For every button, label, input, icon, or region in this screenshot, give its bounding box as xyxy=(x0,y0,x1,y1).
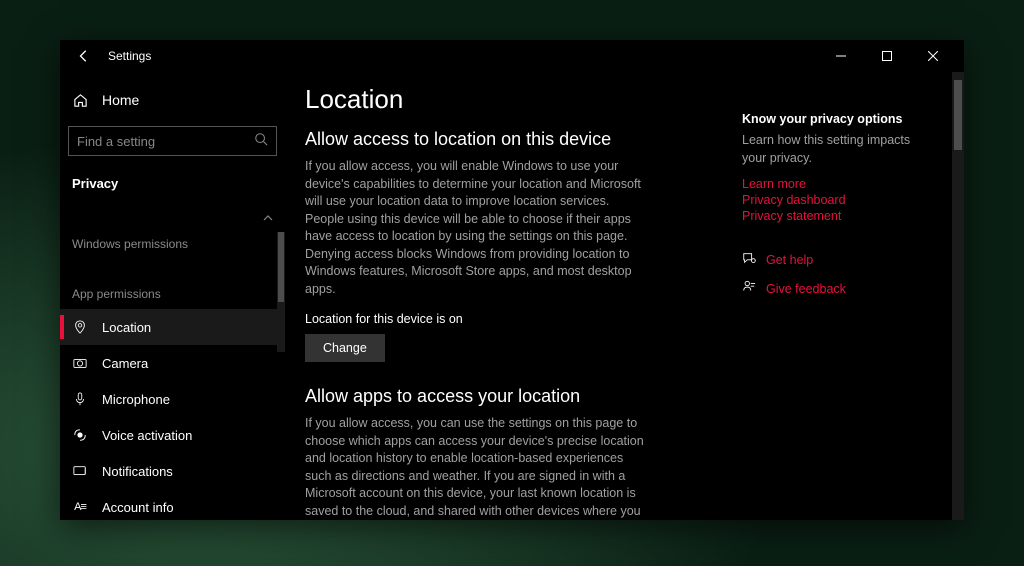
minimize-icon xyxy=(836,51,846,61)
help-label: Get help xyxy=(766,253,813,267)
search-box[interactable] xyxy=(68,126,277,156)
sidebar-item-label: Voice activation xyxy=(102,428,192,443)
feedback-label: Give feedback xyxy=(766,282,846,296)
settings-window: Settings Home xyxy=(60,40,964,520)
sidebar-item-label: Location xyxy=(102,320,151,335)
close-icon xyxy=(928,51,938,61)
chevron-up[interactable] xyxy=(60,209,285,227)
account-icon: A≡ xyxy=(72,499,88,515)
sidebar-section-app: App permissions xyxy=(60,277,285,309)
camera-icon xyxy=(72,355,88,371)
section2-title: Allow apps to access your location xyxy=(305,386,722,407)
sidebar-item-label: Account info xyxy=(102,500,174,515)
notifications-icon xyxy=(72,463,88,479)
home-label: Home xyxy=(102,92,139,108)
back-button[interactable] xyxy=(68,40,100,72)
section1-desc: If you allow access, you will enable Win… xyxy=(305,158,645,298)
sidebar-item-label: Camera xyxy=(102,356,148,371)
location-status: Location for this device is on xyxy=(305,312,722,326)
aside-desc: Learn how this setting impacts your priv… xyxy=(742,132,932,167)
section1-title: Allow access to location on this device xyxy=(305,129,722,150)
right-pane: Know your privacy options Learn how this… xyxy=(742,72,952,520)
main-scrollbar[interactable] xyxy=(952,72,964,520)
sidebar-scrollbar[interactable] xyxy=(277,232,285,352)
sidebar-item-camera[interactable]: Camera xyxy=(60,345,285,381)
sidebar-section-windows: Windows permissions xyxy=(60,227,285,259)
aside-title: Know your privacy options xyxy=(742,112,932,126)
page-title: Location xyxy=(305,84,722,115)
window-controls xyxy=(818,40,956,72)
search-input[interactable] xyxy=(77,134,254,149)
titlebar: Settings xyxy=(60,40,964,72)
voice-icon xyxy=(72,427,88,443)
link-privacy-statement[interactable]: Privacy statement xyxy=(742,209,932,223)
sidebar-item-voice[interactable]: Voice activation xyxy=(60,417,285,453)
feedback-icon xyxy=(742,280,756,297)
sidebar-item-account[interactable]: A≡ Account info xyxy=(60,489,285,520)
maximize-button[interactable] xyxy=(864,40,910,72)
content: Home Privacy Windows permissions App per… xyxy=(60,72,964,520)
main: Location Allow access to location on thi… xyxy=(285,72,964,520)
help-icon xyxy=(742,251,756,268)
change-button[interactable]: Change xyxy=(305,334,385,362)
sidebar-item-label: Notifications xyxy=(102,464,173,479)
section2-desc: If you allow access, you can use the set… xyxy=(305,415,645,520)
sidebar-item-microphone[interactable]: Microphone xyxy=(60,381,285,417)
minimize-button[interactable] xyxy=(818,40,864,72)
main-scrollbar-thumb[interactable] xyxy=(954,80,962,150)
sidebar-scrollbar-thumb[interactable] xyxy=(278,232,284,302)
link-learn-more[interactable]: Learn more xyxy=(742,177,932,191)
app-title: Settings xyxy=(108,49,151,63)
link-privacy-dashboard[interactable]: Privacy dashboard xyxy=(742,193,932,207)
sidebar: Home Privacy Windows permissions App per… xyxy=(60,72,285,520)
close-button[interactable] xyxy=(910,40,956,72)
give-feedback-link[interactable]: Give feedback xyxy=(742,280,932,297)
maximize-icon xyxy=(882,51,892,61)
search-icon xyxy=(254,132,268,151)
microphone-icon xyxy=(72,391,88,407)
sidebar-item-location[interactable]: Location xyxy=(60,309,285,345)
main-body: Location Allow access to location on thi… xyxy=(285,72,742,520)
chevron-up-icon xyxy=(263,213,273,223)
get-help-link[interactable]: Get help xyxy=(742,251,932,268)
arrow-left-icon xyxy=(77,49,91,63)
sidebar-current-category: Privacy xyxy=(60,170,285,209)
home-button[interactable]: Home xyxy=(60,84,285,116)
sidebar-item-notifications[interactable]: Notifications xyxy=(60,453,285,489)
location-icon xyxy=(72,319,88,335)
sidebar-item-label: Microphone xyxy=(102,392,170,407)
home-icon xyxy=(72,92,88,108)
